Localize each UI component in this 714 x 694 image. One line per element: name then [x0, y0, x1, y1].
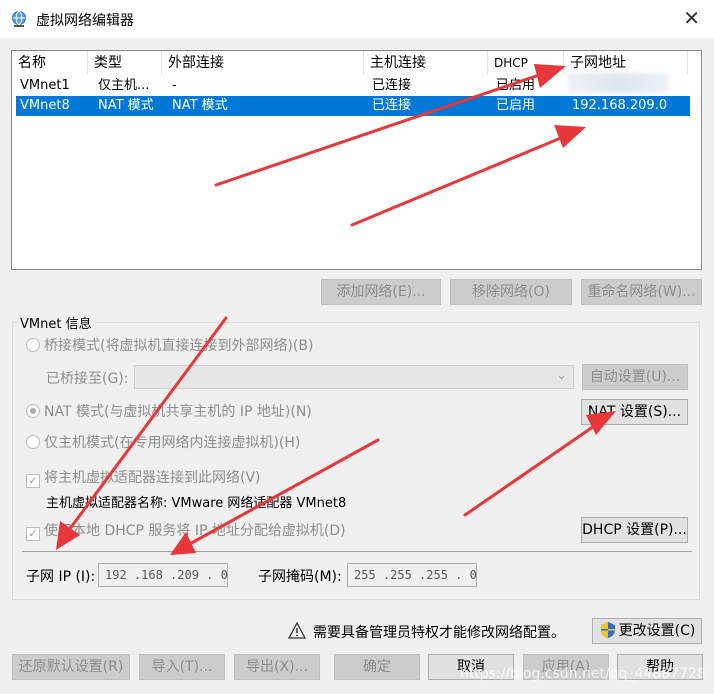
row-host: 已连接: [372, 78, 412, 93]
row-subnet: 192.168.209.0: [572, 98, 668, 113]
warning-icon: [288, 622, 306, 639]
bridged-to-label: 已桥接至(G):: [46, 371, 129, 387]
column-subnet[interactable]: 子网地址: [564, 51, 688, 75]
group-label: VMnet 信息: [18, 313, 94, 332]
subnet-ip-label: 子网 IP (I):: [26, 569, 96, 585]
remove-network-button[interactable]: 移除网络(O): [450, 279, 572, 305]
ok-button[interactable]: 确定: [334, 654, 420, 680]
export-button[interactable]: 导出(X)...: [234, 654, 320, 680]
host-only-label: 仅主机模式(在专用网络内连接虚拟机)(H): [44, 435, 301, 451]
row-external: -: [172, 78, 177, 93]
row-host: 已连接: [372, 98, 412, 113]
bridged-to-select[interactable]: ⌄: [134, 365, 574, 389]
use-dhcp-label: 使用本地 DHCP 服务将 IP 地址分配给虚拟机(D): [44, 523, 346, 539]
shield-icon: [600, 622, 615, 638]
change-settings-label: 更改设置(C): [618, 623, 696, 639]
add-network-button[interactable]: 添加网络(E)...: [321, 279, 441, 305]
subnet-ip-field[interactable]: 192 .168 .209 . 0: [98, 563, 228, 587]
connect-adapter-label: 将主机虚拟适配器连接到此网络(V): [44, 470, 261, 486]
network-list[interactable]: 名称 类型 外部连接 主机连接 DHCP 子网地址 VMnet1 仅主机... …: [11, 50, 702, 270]
radio-checked-icon: [26, 404, 40, 418]
column-dhcp[interactable]: DHCP: [488, 51, 564, 75]
dhcp-settings-button[interactable]: DHCP 设置(P)...: [581, 517, 688, 543]
adapter-name-label: 主机虚拟适配器名称: VMware 网络适配器 VMnet8: [46, 496, 347, 511]
title-bar: 虚拟网络编辑器 ✕: [0, 0, 714, 38]
bridge-mode-radio[interactable]: 桥接模式(将虚拟机直接连接到外部网络)(B): [26, 336, 313, 356]
radio-icon: [26, 435, 40, 449]
auto-settings-button[interactable]: 自动设置(U)...: [582, 364, 688, 390]
column-type[interactable]: 类型: [88, 51, 162, 75]
window-title: 虚拟网络编辑器: [36, 13, 134, 29]
host-only-radio[interactable]: 仅主机模式(在专用网络内连接虚拟机)(H): [26, 433, 300, 453]
connect-adapter-checkbox[interactable]: ✓ 将主机虚拟适配器连接到此网络(V): [26, 468, 261, 488]
column-external[interactable]: 外部连接: [162, 51, 364, 75]
import-button[interactable]: 导入(T)...: [139, 654, 225, 680]
row-name: VMnet1: [20, 78, 70, 93]
change-settings-button[interactable]: 更改设置(C): [592, 618, 702, 644]
nat-mode-radio[interactable]: NAT 模式(与虚拟机共享主机的 IP 地址)(N): [26, 402, 312, 422]
restore-defaults-button[interactable]: 还原默认设置(R): [12, 654, 130, 680]
row-dhcp: 已启用: [496, 98, 536, 113]
column-host[interactable]: 主机连接: [364, 51, 488, 75]
bridge-mode-label: 桥接模式(将虚拟机直接连接到外部网络)(B): [44, 338, 314, 354]
admin-warning-text: 需要具备管理员特权才能修改网络配置。: [313, 625, 565, 641]
subnet-mask-label: 子网掩码(M):: [258, 569, 342, 585]
row-external: NAT 模式: [172, 98, 228, 113]
divider: [22, 551, 692, 552]
row-type: 仅主机...: [98, 78, 150, 93]
chevron-down-icon: ⌄: [556, 368, 567, 383]
blurred-subnet: [568, 73, 668, 93]
row-type: NAT 模式: [98, 98, 154, 113]
subnet-mask-field[interactable]: 255 .255 .255 . 0: [347, 563, 477, 587]
list-header: 名称 类型 外部连接 主机连接 DHCP 子网地址: [12, 51, 701, 75]
use-dhcp-checkbox[interactable]: ✓ 使用本地 DHCP 服务将 IP 地址分配给虚拟机(D): [26, 521, 346, 541]
close-icon[interactable]: ✕: [683, 6, 700, 30]
checkmark-icon: ✓: [26, 474, 40, 488]
row-dhcp: 已启用: [496, 78, 536, 93]
checkmark-icon: ✓: [26, 527, 40, 541]
column-name[interactable]: 名称: [12, 51, 88, 75]
radio-icon: [26, 338, 40, 352]
network-globe-icon: [12, 11, 26, 27]
rename-network-button[interactable]: 重命名网络(W)...: [581, 279, 702, 305]
watermark-text: https://blog.csdn.net/qq_44887728: [460, 666, 706, 682]
nat-mode-label: NAT 模式(与虚拟机共享主机的 IP 地址)(N): [44, 404, 312, 420]
nat-settings-button[interactable]: NAT 设置(S)...: [581, 399, 688, 425]
row-name: VMnet8: [20, 98, 70, 113]
list-item-selected[interactable]: VMnet8 NAT 模式 NAT 模式 已连接 已启用 192.168.209…: [16, 96, 690, 116]
